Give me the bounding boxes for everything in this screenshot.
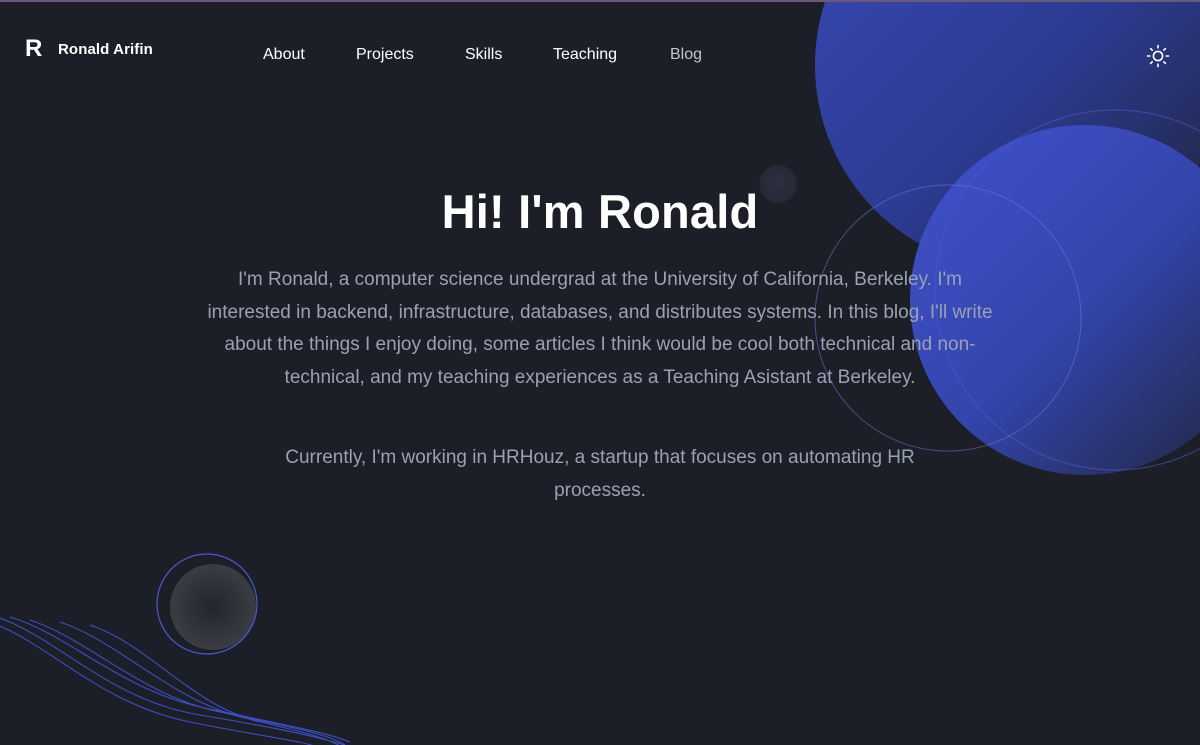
- deco-wave-lines: [0, 616, 351, 745]
- sun-icon: [1146, 44, 1170, 68]
- hero-intro-paragraph: I'm Ronald, a computer science undergrad…: [207, 269, 993, 388]
- brand-home-link[interactable]: R Ronald Arifin: [25, 37, 153, 61]
- nav-link-teaching[interactable]: Teaching: [553, 46, 617, 64]
- nav-link-skills[interactable]: Skills: [465, 46, 502, 64]
- hero-section: Hi! I'm Ronald I'm Ronald, a computer sc…: [0, 180, 1200, 507]
- theme-toggle-button[interactable]: [1145, 43, 1171, 69]
- nav-link-blog[interactable]: Blog: [670, 46, 702, 64]
- nav-link-about[interactable]: About: [263, 46, 305, 64]
- hero-title: Hi! I'm Ronald: [441, 185, 759, 238]
- deco-grey-orb: [170, 564, 256, 650]
- hero-current-paragraph: Currently, I'm working in HRHouz, a star…: [285, 447, 915, 501]
- top-navbar: R Ronald Arifin About Projects Skills Te…: [0, 0, 1200, 110]
- top-border: [0, 0, 1200, 2]
- nav-link-projects[interactable]: Projects: [356, 46, 414, 64]
- page: R Ronald Arifin About Projects Skills Te…: [0, 0, 1200, 745]
- brand-logo-mark: R: [25, 35, 43, 62]
- brand-name: Ronald Arifin: [58, 40, 153, 58]
